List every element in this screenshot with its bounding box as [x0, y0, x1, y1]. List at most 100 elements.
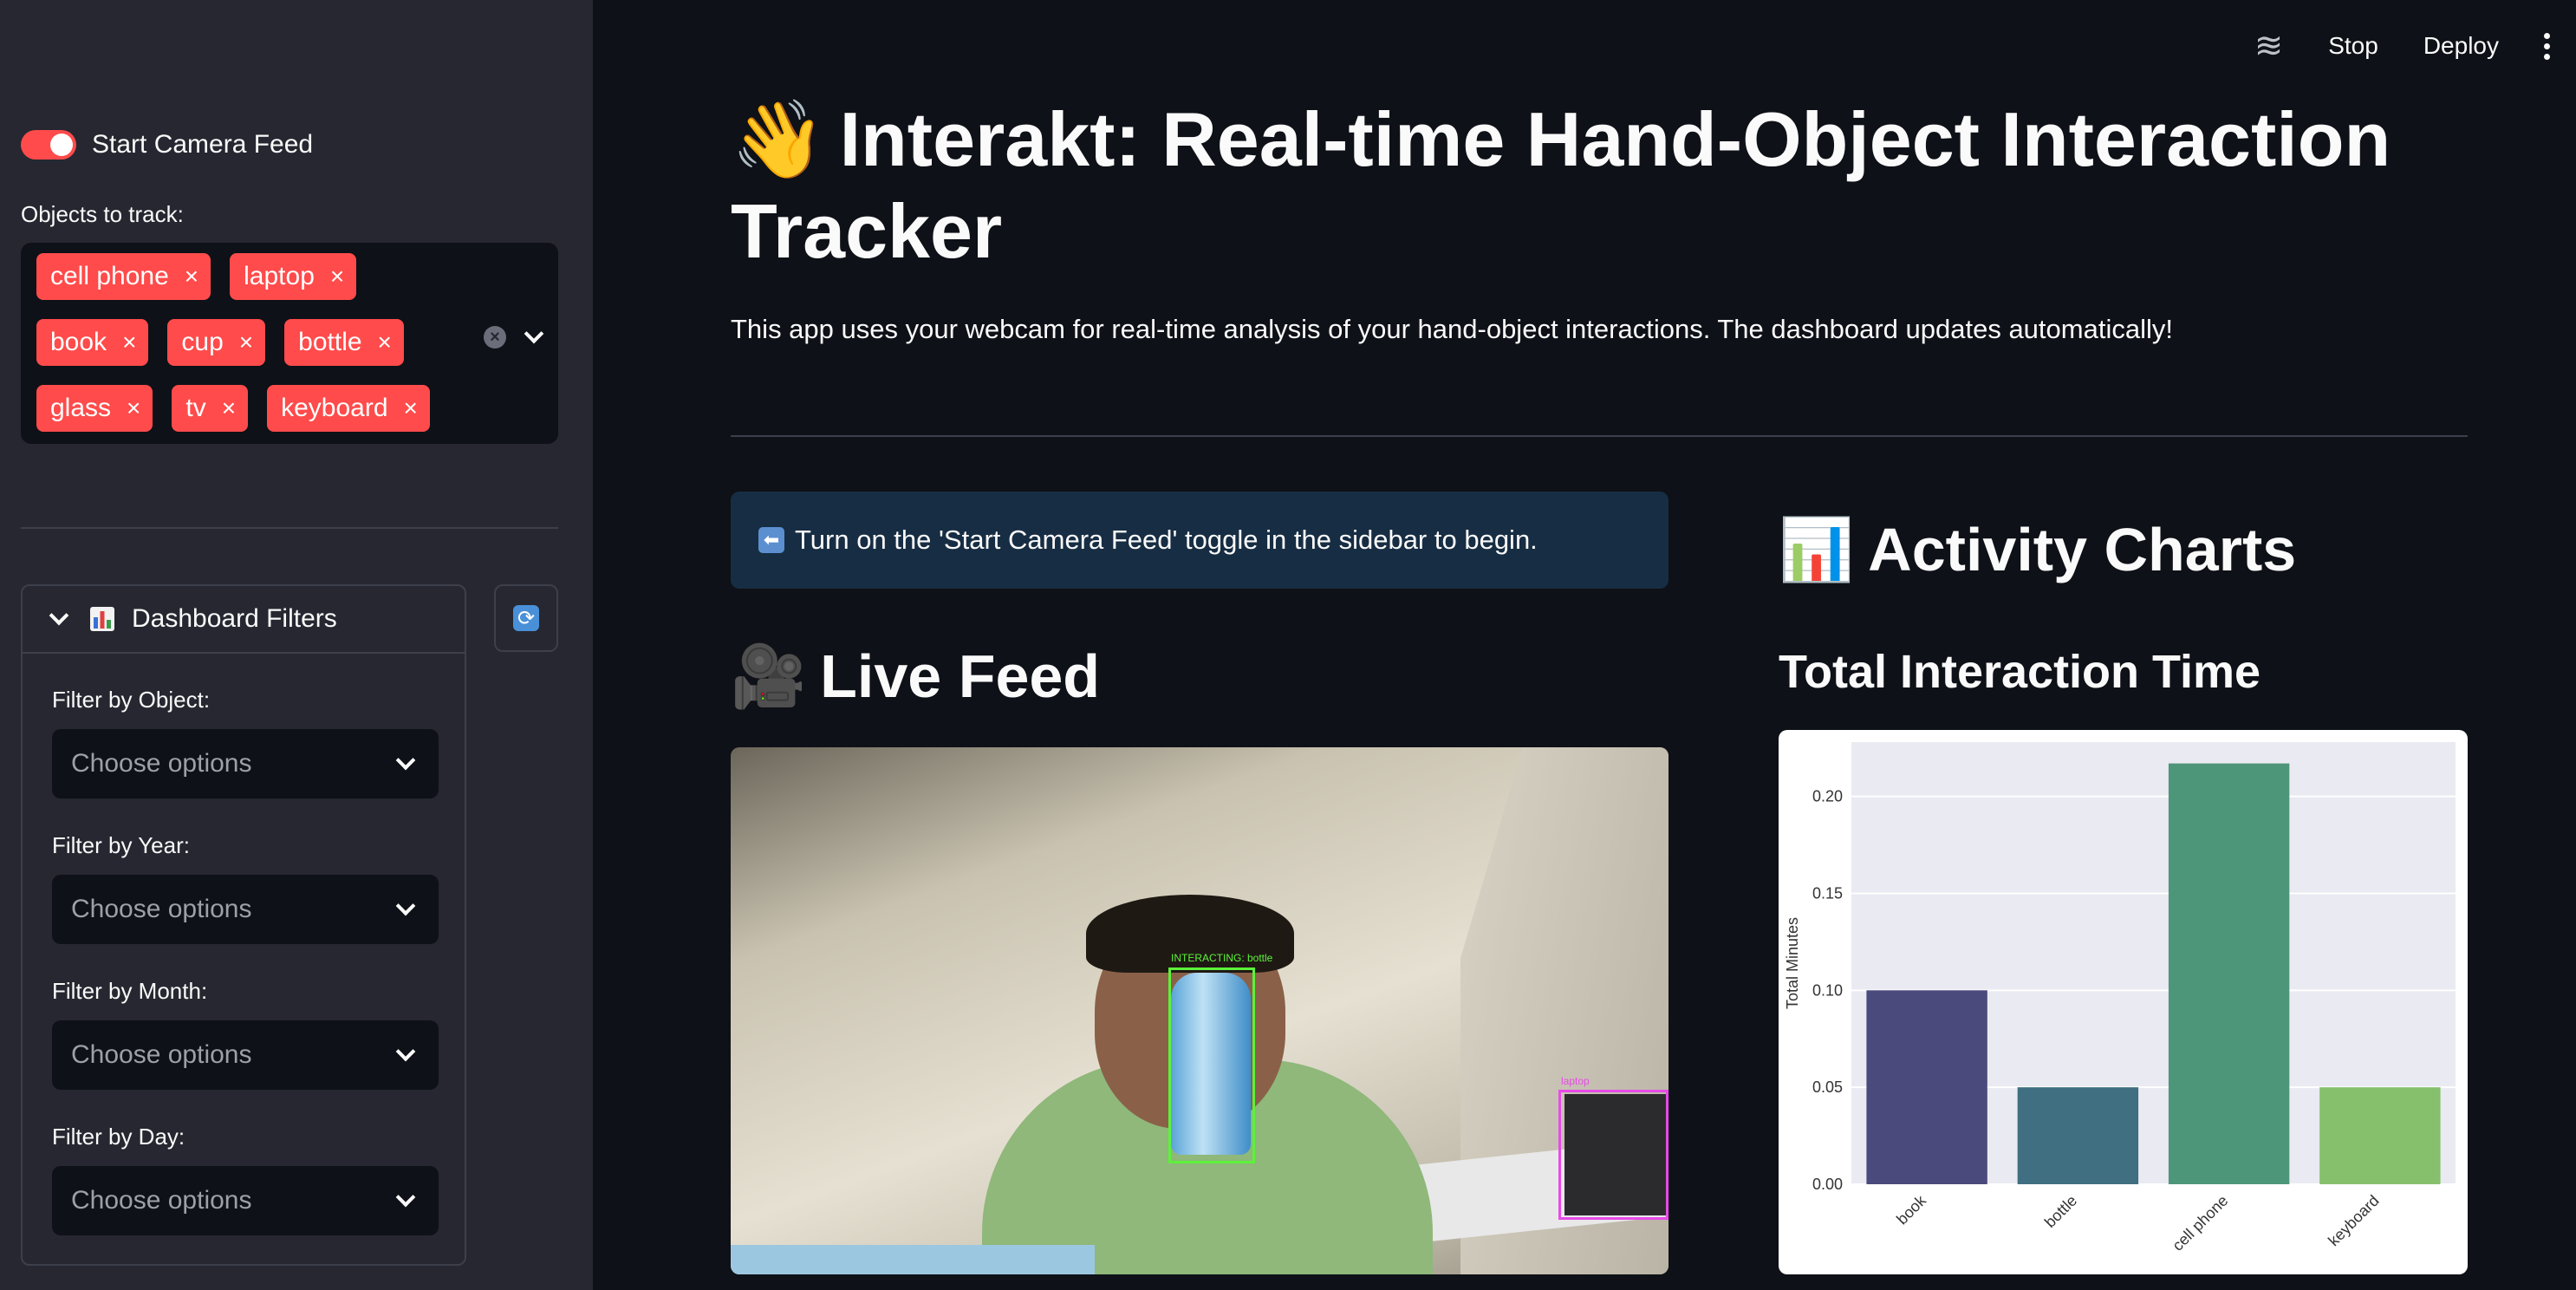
object-tag-label: keyboard [281, 394, 388, 422]
activity-charts-heading: 📊 Activity Charts [1779, 515, 2296, 586]
bar [1866, 990, 1987, 1184]
remove-tag-icon[interactable]: × [185, 263, 198, 290]
object-tag: tv × [172, 385, 249, 432]
remove-tag-icon[interactable]: × [239, 329, 253, 356]
object-tag: keyboard × [267, 385, 430, 432]
chevron-down-icon [395, 1041, 416, 1062]
camera-toggle-row[interactable]: Start Camera Feed [21, 130, 313, 160]
waving-hand-icon: 👋 [731, 96, 826, 182]
left-arrow-icon: ⬅ [758, 527, 784, 553]
filter-month-placeholder: Choose options [71, 1040, 252, 1069]
y-tick-label: 0.00 [1812, 1176, 1843, 1193]
dashboard-filters-expander: Dashboard Filters Filter by Object: Choo… [21, 584, 466, 1266]
y-tick-label: 0.20 [1812, 788, 1843, 805]
object-tag: cup × [167, 319, 266, 366]
y-axis-label: Total Minutes [1784, 917, 1801, 1009]
sidebar-divider [21, 527, 558, 529]
page-title: 👋 Interakt: Real-time Hand-Object Interac… [731, 94, 2464, 277]
objects-multiselect[interactable]: cell phone × laptop × book × cup × bottle × glas… [21, 243, 558, 444]
refresh-button[interactable]: ⟳ [494, 584, 558, 652]
x-tick-label: keyboard [2325, 1192, 2383, 1250]
filter-month: Filter by Month: Choose options [52, 978, 439, 1090]
page-subtitle: This app uses your webcam for real-time … [731, 314, 2173, 344]
filter-month-label: Filter by Month: [52, 978, 208, 1004]
object-tag-label: tv [185, 394, 206, 422]
filter-year: Filter by Year: Choose options [52, 832, 439, 944]
laptop-detection-box [1558, 1090, 1669, 1220]
chevron-down-icon[interactable] [524, 323, 544, 344]
live-feed-image: INTERACTING: bottle laptop [731, 747, 1669, 1274]
chevron-down-icon [395, 750, 416, 771]
filter-day-select[interactable]: Choose options [52, 1166, 439, 1235]
y-tick-label: 0.10 [1812, 981, 1843, 999]
object-tag: laptop × [230, 253, 357, 300]
main-divider [731, 435, 2468, 437]
object-tag: cell phone × [36, 253, 211, 300]
expander-header[interactable]: Dashboard Filters [23, 586, 465, 654]
bar [2017, 1087, 2139, 1184]
live-feed-title: Live Feed [820, 642, 1101, 710]
bar-chart-icon [90, 607, 114, 631]
x-tick-label: bottle [2041, 1192, 2080, 1231]
interaction-time-chart: 0.00 0.05 0.10 0.15 0.20 book bottle cell phone… [1779, 730, 2468, 1274]
sidebar: Start Camera Feed Objects to track: cell… [0, 0, 593, 1290]
remove-tag-icon[interactable]: × [330, 263, 344, 290]
remove-tag-icon[interactable]: × [378, 329, 392, 356]
objects-label: Objects to track: [21, 201, 184, 227]
main-menu-icon[interactable] [2544, 32, 2550, 60]
object-tag-label: laptop [244, 262, 315, 290]
info-alert-text: Turn on the 'Start Camera Feed' toggle i… [795, 524, 1538, 555]
remove-tag-icon[interactable]: × [122, 329, 136, 356]
bar [2319, 1087, 2441, 1184]
object-tag: glass × [36, 385, 153, 432]
object-tag-label: cell phone [50, 262, 169, 290]
filter-object-select[interactable]: Choose options [52, 729, 439, 798]
running-status-icon: ≋ [2254, 27, 2284, 65]
object-tag-label: cup [181, 328, 224, 356]
filter-year-placeholder: Choose options [71, 895, 252, 923]
chevron-down-icon [395, 1187, 416, 1208]
filter-day-placeholder: Choose options [71, 1186, 252, 1215]
refresh-icon: ⟳ [513, 605, 539, 631]
y-tick-label: 0.05 [1812, 1078, 1843, 1096]
x-tick-label: cell phone [2169, 1192, 2231, 1254]
filter-day: Filter by Day: Choose options [52, 1124, 439, 1235]
filter-day-label: Filter by Day: [52, 1124, 185, 1150]
filter-month-select[interactable]: Choose options [52, 1020, 439, 1090]
remove-tag-icon[interactable]: × [404, 394, 418, 422]
object-tag: bottle × [284, 319, 404, 366]
expander-title: Dashboard Filters [132, 604, 337, 633]
filter-object-label: Filter by Object: [52, 687, 211, 713]
live-feed-heading: 🎥 Live Feed [731, 642, 1100, 713]
bottle-detection-box [1168, 968, 1255, 1163]
filter-object: Filter by Object: Choose options [52, 687, 439, 798]
activity-charts-title: Activity Charts [1868, 516, 2297, 583]
remove-tag-icon[interactable]: × [222, 394, 236, 422]
camera-feed-toggle[interactable] [21, 130, 76, 160]
y-tick-label: 0.15 [1812, 884, 1843, 902]
chevron-down-icon [49, 605, 69, 626]
chevron-down-icon [395, 896, 416, 916]
info-alert: ⬅ Turn on the 'Start Camera Feed' toggle… [731, 492, 1669, 589]
app-header-actions: ≋ Stop Deploy [2254, 26, 2576, 66]
object-tag-label: glass [50, 394, 112, 422]
object-tag-label: bottle [298, 328, 362, 356]
stop-button[interactable]: Stop [2328, 32, 2378, 60]
filter-year-label: Filter by Year: [52, 832, 190, 858]
object-tag: book × [36, 319, 149, 366]
remove-tag-icon[interactable]: × [127, 394, 140, 422]
laptop-detection-label: laptop [1561, 1075, 1590, 1087]
object-tag-label: book [50, 328, 107, 356]
camera-toggle-label: Start Camera Feed [92, 130, 314, 159]
x-tick-label: book [1893, 1191, 1929, 1228]
chart-title: Total Interaction Time [1779, 646, 2261, 698]
bar-chart: 0.00 0.05 0.10 0.15 0.20 book bottle cell phone… [1784, 742, 2456, 1254]
filter-year-select[interactable]: Choose options [52, 875, 439, 944]
clear-all-icon[interactable]: × [484, 326, 506, 349]
bottle-detection-label: INTERACTING: bottle [1171, 952, 1273, 964]
movie-camera-icon: 🎥 [731, 642, 807, 710]
bar [2168, 763, 2290, 1184]
page-title-text: Interakt: Real-time Hand-Object Interact… [731, 96, 2391, 274]
bar-chart-icon: 📊 [1779, 516, 1855, 583]
deploy-button[interactable]: Deploy [2423, 32, 2499, 60]
